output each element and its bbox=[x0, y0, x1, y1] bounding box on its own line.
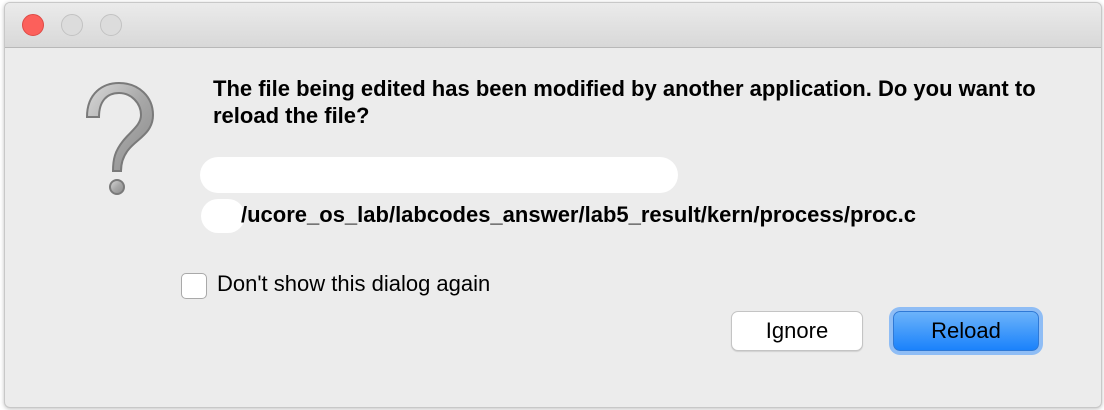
reload-button[interactable]: Reload bbox=[893, 311, 1039, 351]
ignore-button[interactable]: Ignore bbox=[731, 311, 863, 351]
question-mark-icon bbox=[85, 81, 155, 195]
reload-file-dialog: The file being edited has been modified … bbox=[4, 2, 1102, 408]
zoom-window-button[interactable] bbox=[100, 14, 122, 36]
title-bar bbox=[5, 3, 1101, 48]
dialog-message: The file being edited has been modified … bbox=[213, 76, 1036, 128]
dont-show-again-checkbox[interactable] bbox=[181, 273, 207, 299]
redacted-region bbox=[201, 199, 245, 233]
minimize-window-button[interactable] bbox=[61, 14, 83, 36]
close-window-button[interactable] bbox=[22, 14, 44, 36]
dont-show-again-label[interactable]: Don't show this dialog again bbox=[217, 271, 490, 297]
file-path: /ucore_os_lab/labcodes_answer/lab5_resul… bbox=[241, 202, 916, 227]
redacted-region bbox=[200, 157, 678, 193]
